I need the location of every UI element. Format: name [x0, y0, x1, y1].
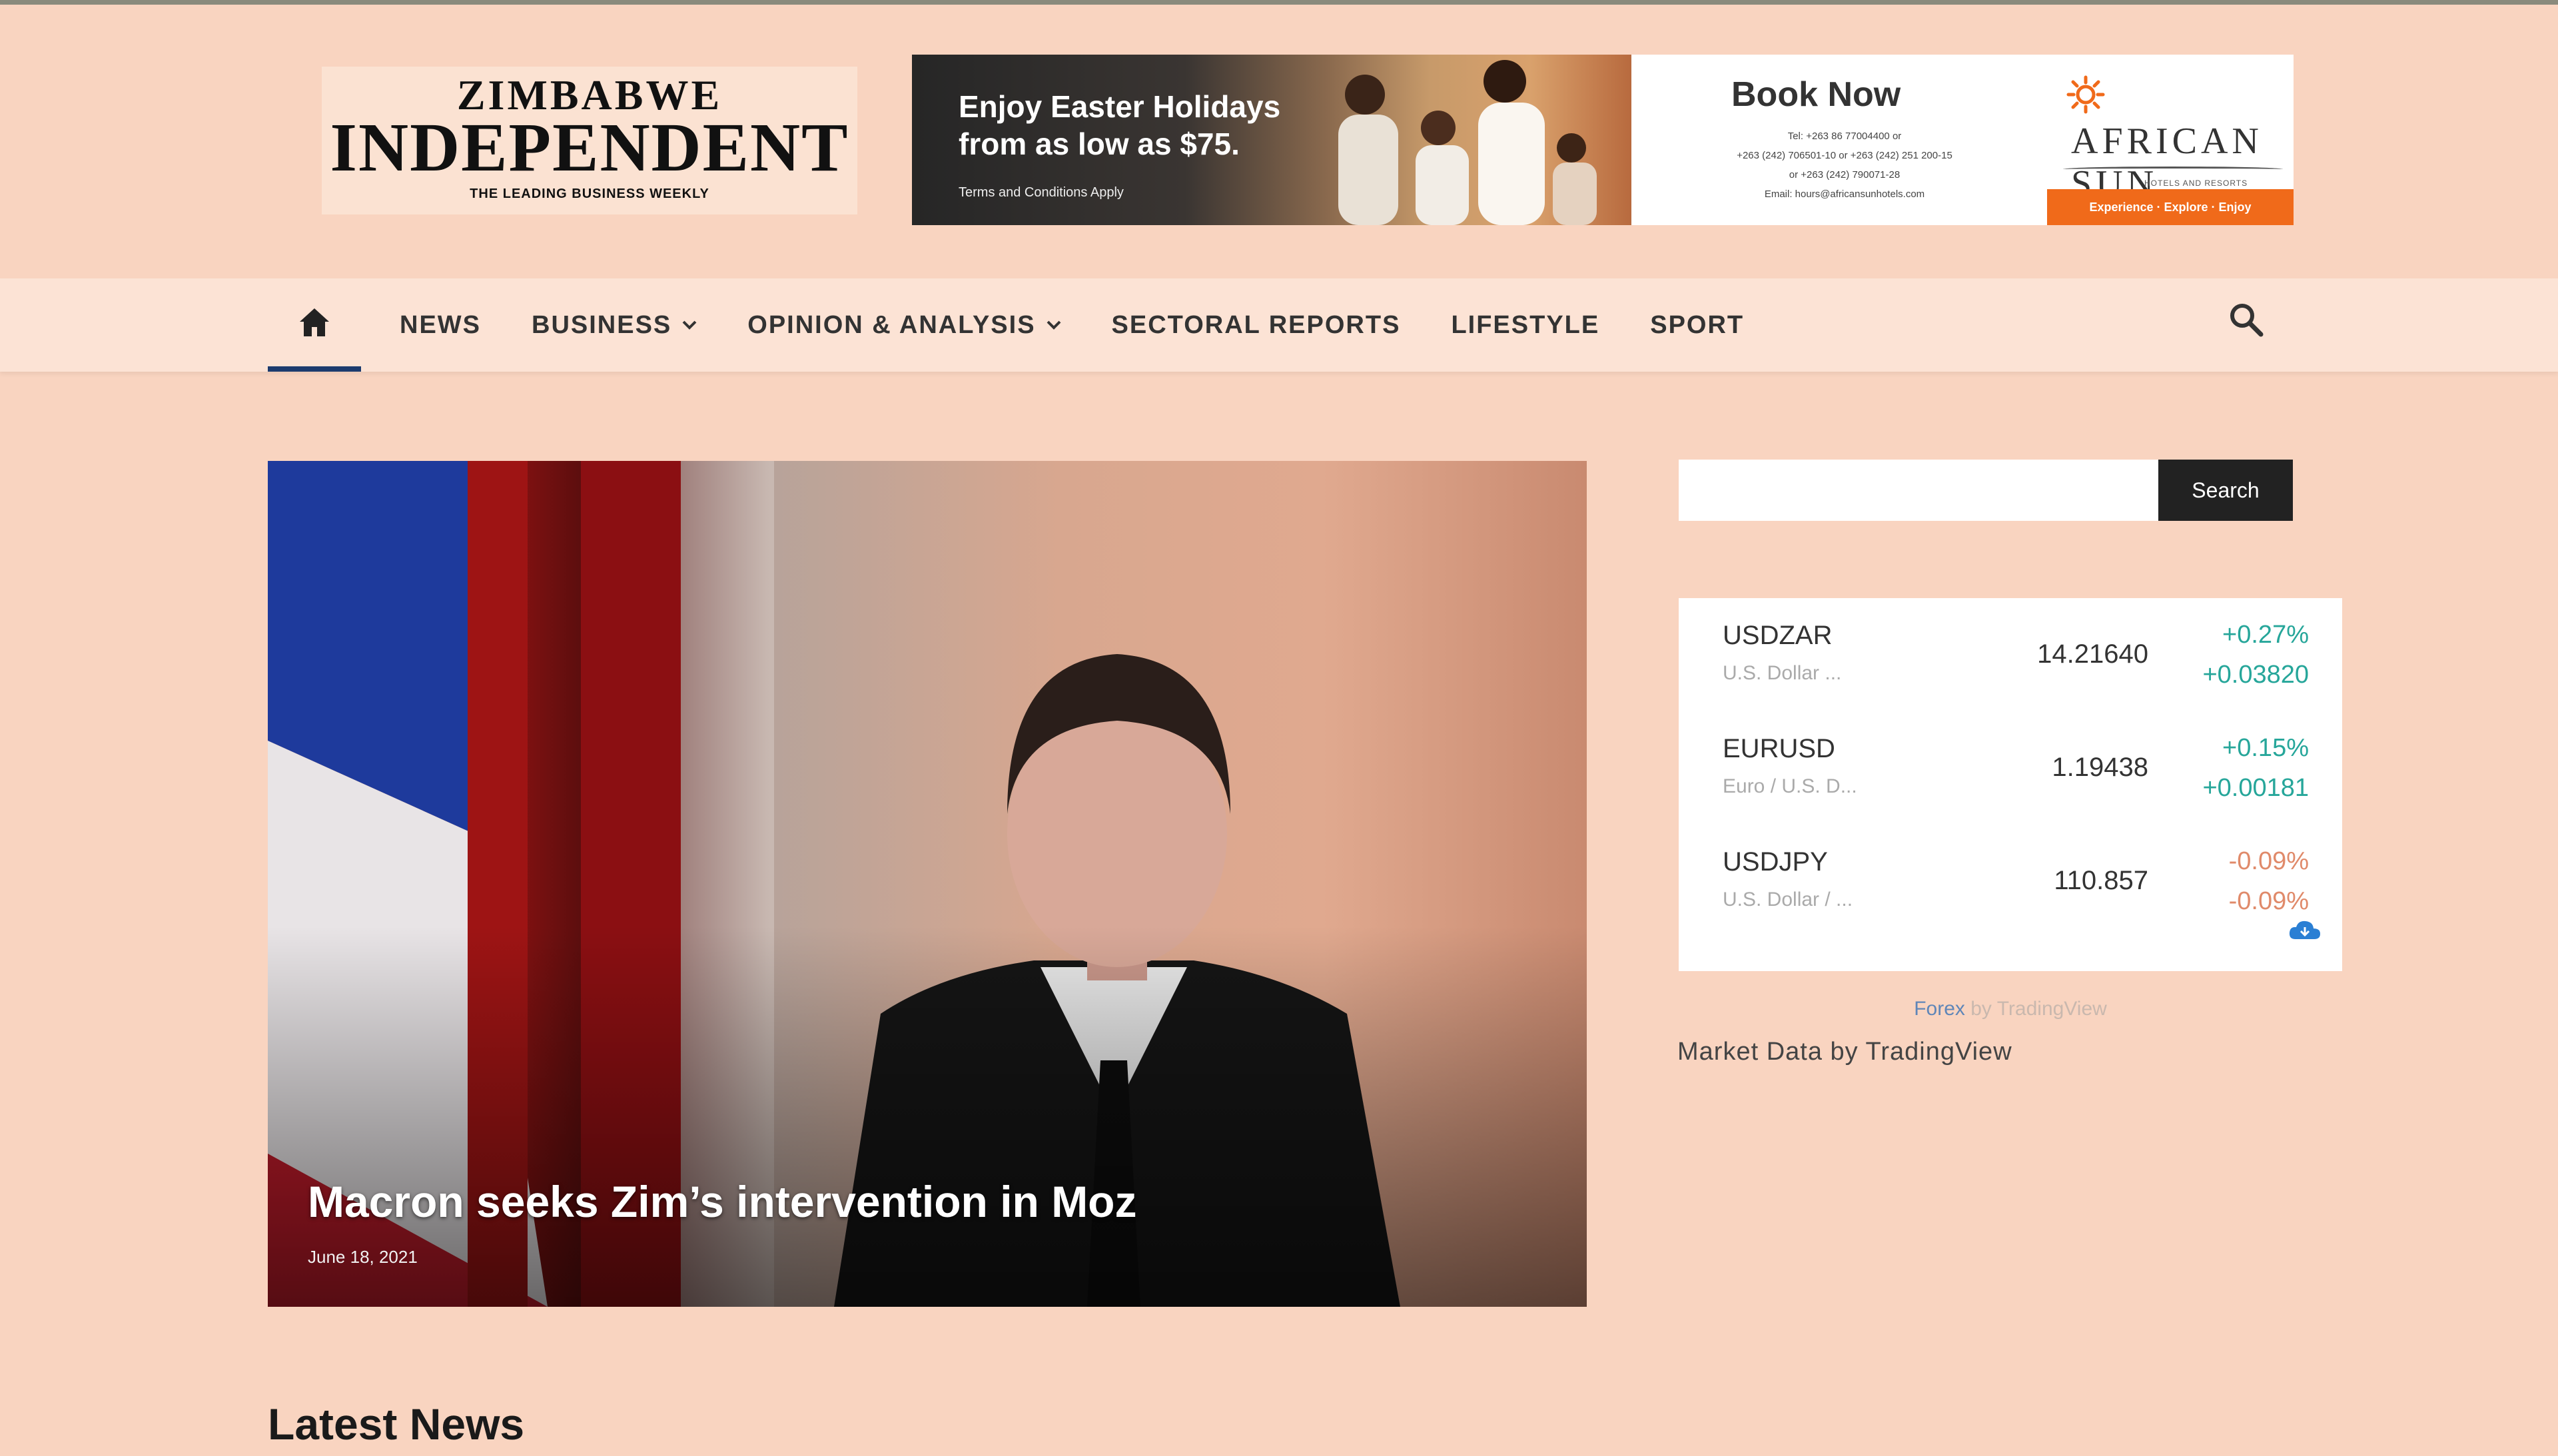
forex-price: 1.19438	[2052, 753, 2148, 782]
forex-price: 14.21640	[2037, 639, 2148, 669]
sidebar-search: Search	[1679, 460, 2293, 521]
forex-symbol: EURUSD	[1723, 734, 1835, 763]
forex-change: +0.00181	[2202, 774, 2309, 802]
nav-item-news[interactable]: NEWS	[400, 311, 481, 340]
forex-percent-change: +0.15%	[2222, 734, 2309, 762]
advert-info-panel: Book Now Tel: +263 86 77004400 or +263 (…	[1631, 55, 2294, 225]
logo-tagline: THE LEADING BUSINESS WEEKLY	[470, 186, 709, 201]
chevron-down-icon	[1047, 320, 1061, 330]
site-logo[interactable]: ZIMBABWE INDEPENDENT THE LEADING BUSINES…	[322, 67, 857, 214]
featured-article-title[interactable]: Macron seeks Zim’s intervention in Moz	[308, 1176, 1137, 1227]
market-data-credit[interactable]: Market Data by TradingView	[1677, 1038, 2012, 1066]
forex-credit-link[interactable]: Forex	[1914, 998, 1965, 1020]
main-nav: NEWS BUSINESS OPINION & ANALYSIS SECTORA…	[0, 278, 2558, 372]
advert-photo-panel: Enjoy Easter Holidays from as low as $75…	[912, 55, 1631, 225]
home-icon	[300, 308, 329, 336]
nav-item-lifestyle[interactable]: LIFESTYLE	[1451, 311, 1599, 340]
forex-change: +0.03820	[2202, 661, 2309, 689]
featured-article-date: June 18, 2021	[308, 1247, 418, 1267]
forex-description: Euro / U.S. D...	[1723, 775, 1857, 797]
sidebar-search-button[interactable]: Search	[2158, 460, 2293, 521]
forex-percent-change: -0.09%	[2228, 847, 2309, 875]
forex-symbol: USDZAR	[1723, 621, 1833, 650]
advert-terms: Terms and Conditions Apply	[959, 185, 1124, 200]
logo-line-2: INDEPENDENT	[330, 109, 849, 186]
top-rule	[0, 0, 2558, 5]
advert-headline: Enjoy Easter Holidays from as low as $75…	[959, 89, 1281, 161]
advert-contact: Tel: +263 86 77004400 or +263 (242) 7065…	[1737, 131, 1952, 200]
forex-description: U.S. Dollar / ...	[1723, 889, 1853, 910]
forex-percent-change: +0.27%	[2222, 621, 2309, 649]
forex-symbol: USDJPY	[1723, 847, 1828, 877]
forex-widget: USDZAR U.S. Dollar ... 14.21640 +0.27% +…	[1679, 598, 2342, 971]
search-icon[interactable]	[2228, 301, 2265, 338]
forex-credit-text: by TradingView	[1964, 998, 2107, 1020]
forex-row[interactable]: USDJPY U.S. Dollar / ... 110.857 -0.09% …	[1679, 825, 2342, 938]
chevron-down-icon	[682, 320, 697, 330]
advert-book-now: Book Now	[1731, 75, 1901, 114]
advert-banner[interactable]: Enjoy Easter Holidays from as low as $75…	[912, 55, 2294, 225]
nav-item-business[interactable]: BUSINESS	[532, 311, 697, 340]
sun-logo-icon	[2066, 75, 2105, 114]
advert-people-image	[1338, 60, 1597, 225]
featured-article[interactable]: Macron seeks Zim’s intervention in Moz J…	[268, 461, 1587, 1307]
advert-brand-tagline: HOTELS AND RESORTS	[2144, 179, 2248, 188]
sidebar-search-input[interactable]	[1679, 460, 2158, 521]
forex-credit: Forex by TradingView	[1679, 998, 2342, 1020]
forex-change: -0.09%	[2228, 887, 2309, 915]
forex-row[interactable]: USDZAR U.S. Dollar ... 14.21640 +0.27% +…	[1679, 598, 2342, 711]
nav-item-sport[interactable]: SPORT	[1650, 311, 1744, 340]
forex-price: 110.857	[2054, 866, 2148, 895]
forex-description: U.S. Dollar ...	[1723, 662, 1842, 684]
forex-row[interactable]: EURUSD Euro / U.S. D... 1.19438 +0.15% +…	[1679, 711, 2342, 825]
nav-item-sectoral-reports[interactable]: SECTORAL REPORTS	[1112, 311, 1401, 340]
advert-brand-swoosh	[2063, 167, 2283, 172]
advert-brand: AFRICAN SUN HOTELS AND RESORTS	[2044, 68, 2291, 204]
advert-brand-strip: Experience · Explore · Enjoy	[2047, 189, 2294, 225]
nav-home[interactable]	[268, 278, 361, 372]
nav-item-opinion-analysis[interactable]: OPINION & ANALYSIS	[747, 311, 1061, 340]
cloud-icon[interactable]	[2288, 918, 2322, 942]
latest-news-heading: Latest News	[268, 1399, 525, 1449]
